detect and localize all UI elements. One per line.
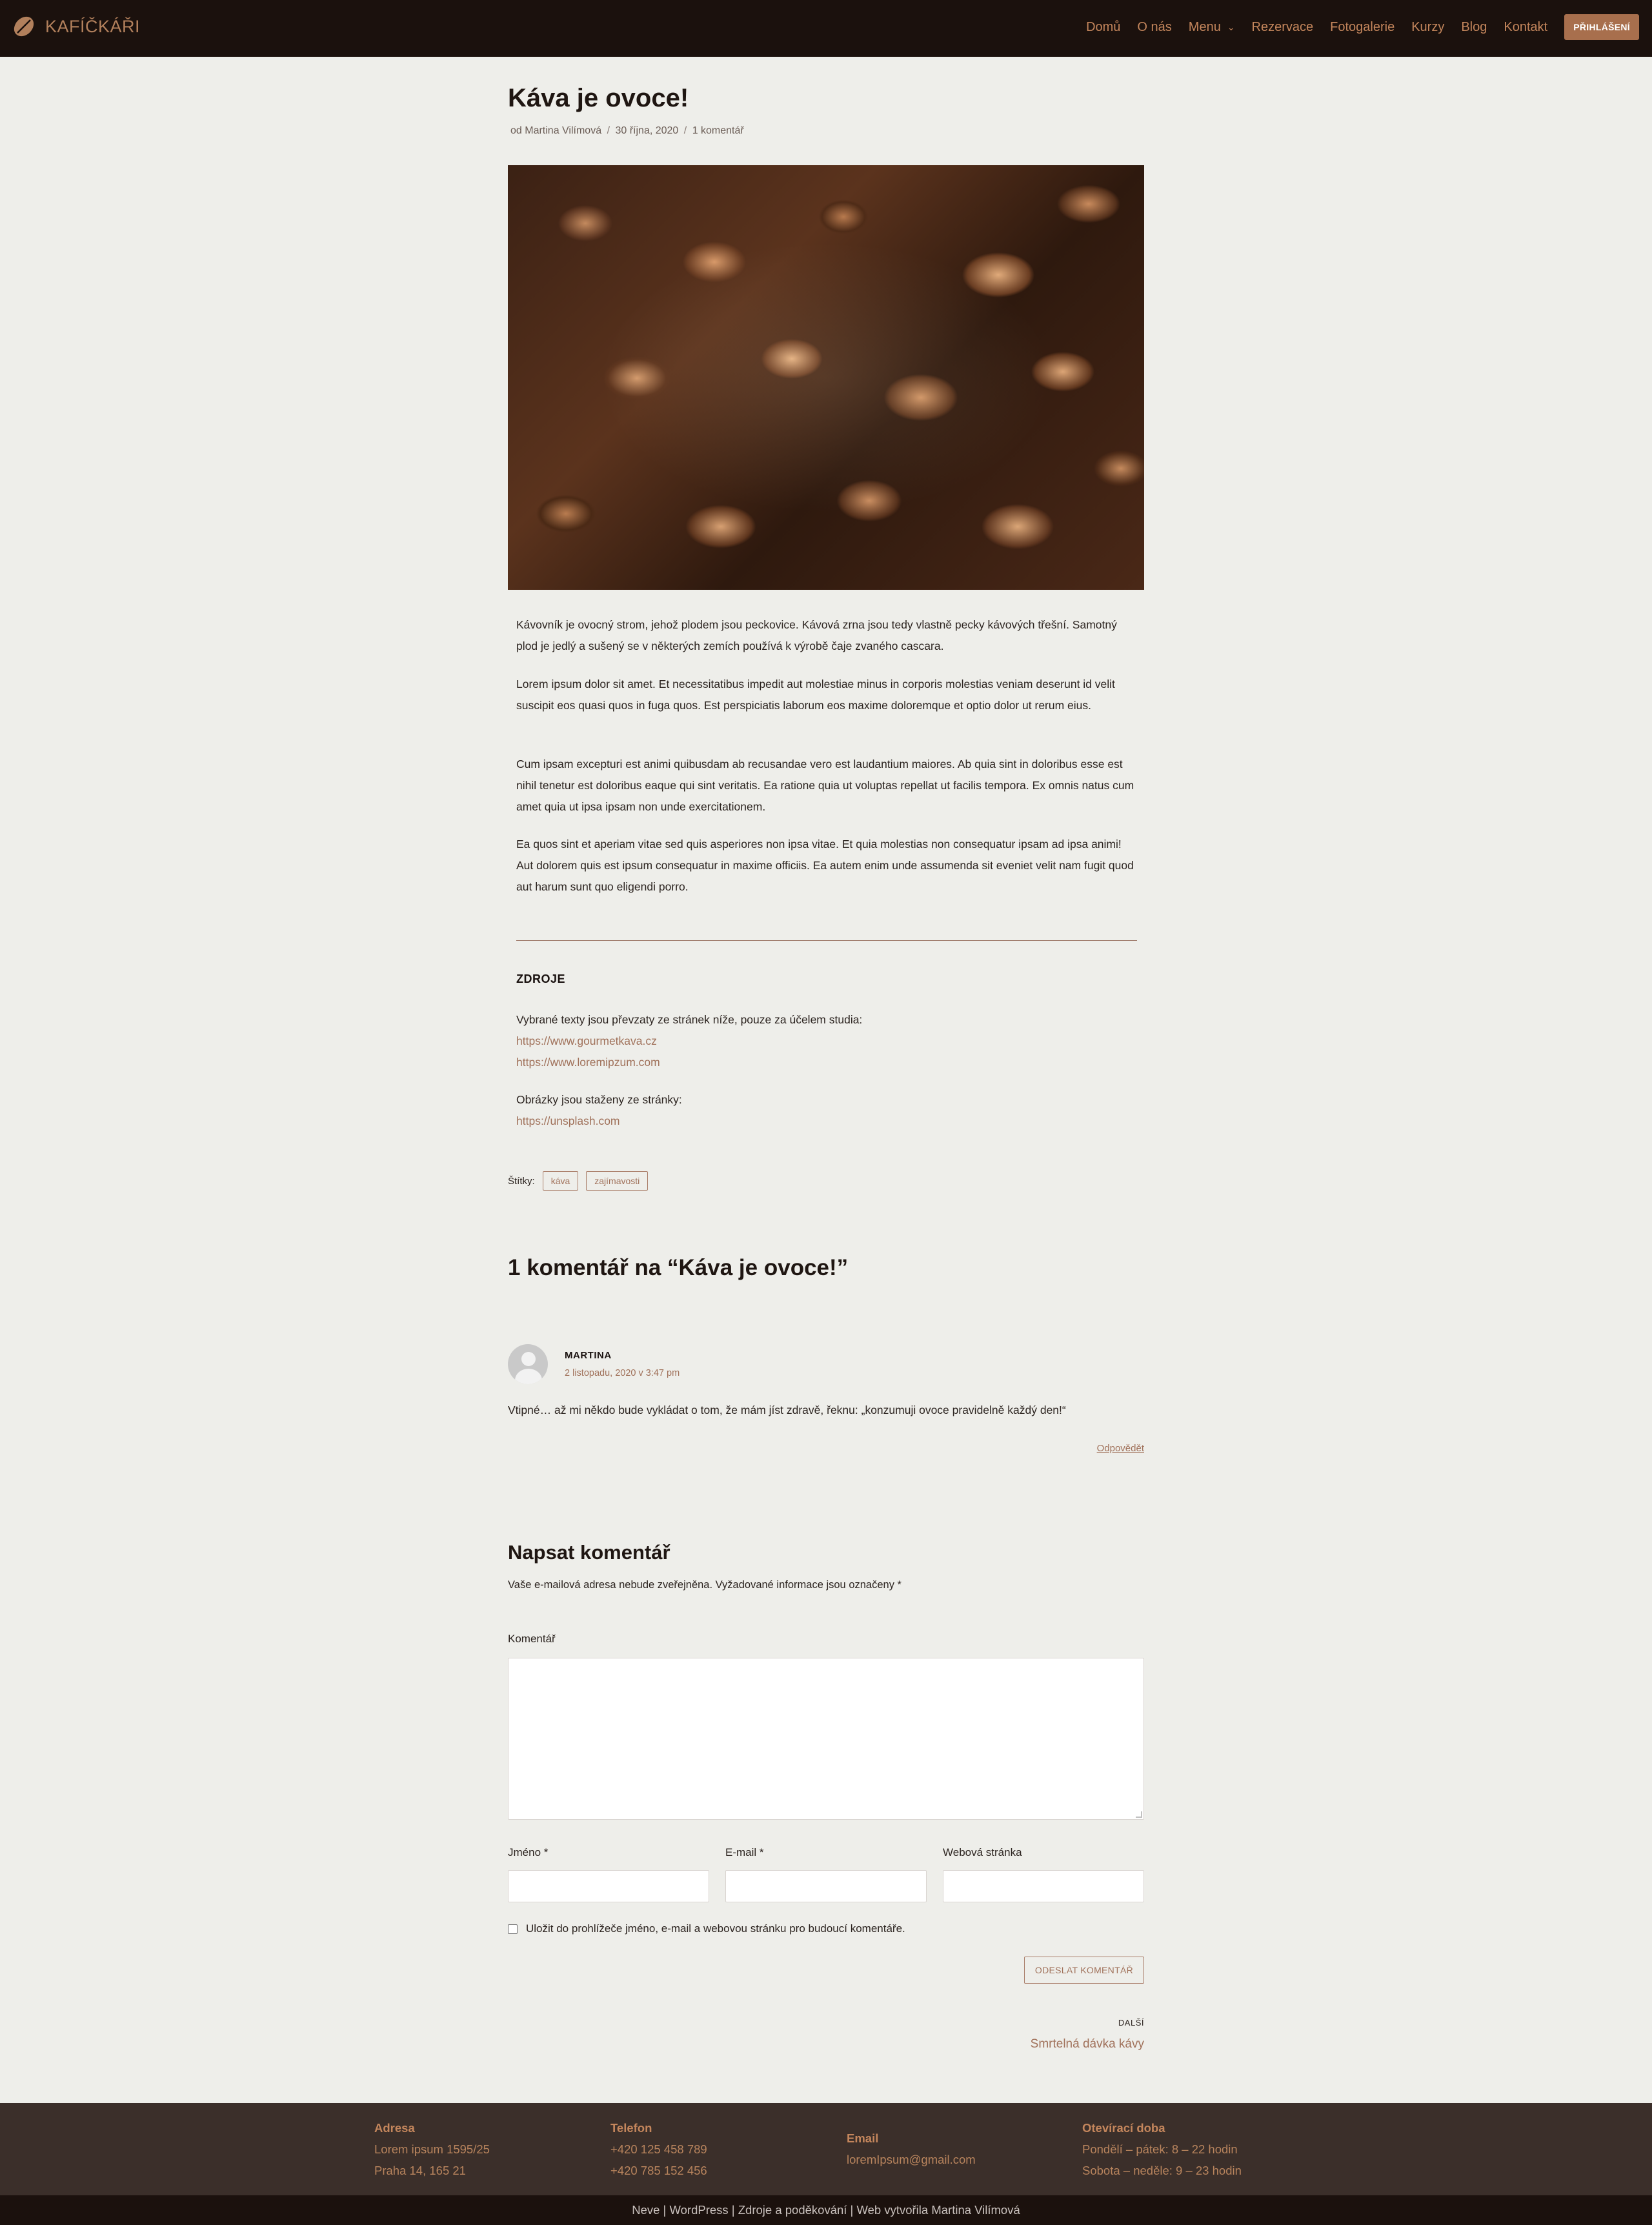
source-link-unsplash[interactable]: https://unsplash.com bbox=[516, 1111, 1137, 1132]
post-paragraph: Lorem ipsum dolor sit amet. Et necessita… bbox=[516, 678, 1115, 712]
comment-textarea[interactable] bbox=[508, 1658, 1144, 1820]
footer-hours-line: Pondělí – pátek: 8 – 22 hodin bbox=[1082, 2142, 1238, 2156]
footer-address: Adresa Lorem ipsum 1595/25 Praha 14, 165… bbox=[374, 2117, 490, 2181]
save-details-label: Uložit do prohlížeče jméno, e-mail a web… bbox=[526, 1922, 905, 1935]
website-label: Webová stránka bbox=[943, 1846, 1022, 1858]
comment-form-note: Vaše e-mailová adresa nebude zveřejněna.… bbox=[508, 1579, 902, 1591]
footer-address-heading: Adresa bbox=[374, 2121, 415, 2135]
nav-item-about[interactable]: O nás bbox=[1137, 20, 1171, 35]
site-footer: Adresa Lorem ipsum 1595/25 Praha 14, 165… bbox=[0, 2103, 1652, 2195]
comments-title: 1 komentář na “Káva je ovoce!” bbox=[508, 1255, 849, 1280]
website-input[interactable] bbox=[943, 1870, 1144, 1902]
post-paragraph: Kávovník je ovocný strom, jehož plodem j… bbox=[516, 618, 1117, 652]
avatar bbox=[508, 1344, 548, 1384]
name-input[interactable] bbox=[508, 1870, 709, 1902]
post-date: 30 října, 2020 bbox=[615, 125, 679, 136]
divider bbox=[516, 940, 1137, 941]
name-label: Jméno * bbox=[508, 1846, 549, 1858]
sources-texts-intro: Vybrané texty jsou převzaty ze stránek n… bbox=[516, 1013, 863, 1026]
nav-item-contact[interactable]: Kontakt bbox=[1504, 20, 1547, 35]
post-tags: Štítky: káva zajímavosti bbox=[508, 1171, 649, 1191]
site-header: KAFÍČKÁŘI Domů O nás Menu ⌄ Rezervace Fo… bbox=[0, 0, 1652, 57]
footer-email-heading: Email bbox=[847, 2131, 879, 2145]
site-logo[interactable]: KAFÍČKÁŘI bbox=[12, 14, 140, 39]
tag-kava[interactable]: káva bbox=[542, 1171, 579, 1191]
post-comments-link[interactable]: 1 komentář bbox=[692, 125, 744, 136]
next-post-link[interactable]: Smrtelná dávka kávy bbox=[1031, 2037, 1144, 2051]
post-paragraph: Ea quos sint et aperiam vitae sed quis a… bbox=[516, 838, 1134, 893]
footer-credits: Neve | WordPress | Zdroje a poděkování |… bbox=[632, 2203, 1020, 2217]
footer-address-line: Lorem ipsum 1595/25 bbox=[374, 2142, 490, 2156]
reply-link[interactable]: Odpovědět bbox=[1097, 1443, 1144, 1454]
main-nav: Domů O nás Menu ⌄ Rezervace Fotogalerie … bbox=[1069, 14, 1639, 40]
avatar-head bbox=[521, 1352, 536, 1366]
footer-hours: Otevírací doba Pondělí – pátek: 8 – 22 h… bbox=[1082, 2117, 1242, 2181]
sources-heading: ZDROJE bbox=[516, 972, 566, 985]
footer-phone: Telefon +420 125 458 789 +420 785 152 45… bbox=[610, 2117, 707, 2181]
tags-label: Štítky: bbox=[508, 1175, 535, 1187]
post-author-link[interactable]: od Martina Vilímová bbox=[510, 125, 601, 136]
footer-phone-line[interactable]: +420 785 152 456 bbox=[610, 2160, 707, 2181]
post-title: Káva je ovoce! bbox=[508, 84, 689, 112]
comment-label: Komentář bbox=[508, 1633, 556, 1645]
coffee-bean-icon bbox=[14, 16, 34, 37]
nav-item-blog[interactable]: Blog bbox=[1461, 20, 1487, 35]
comment-author: MARTINA bbox=[565, 1350, 612, 1361]
nav-item-home[interactable]: Domů bbox=[1086, 20, 1120, 35]
post-paragraph: Cum ipsam excepturi est animi quibusdam … bbox=[516, 758, 1134, 813]
chevron-down-icon: ⌄ bbox=[1227, 21, 1235, 32]
save-details-checkbox[interactable] bbox=[508, 1924, 518, 1934]
submit-comment-button[interactable]: ODESLAT KOMENTÁŘ bbox=[1023, 1957, 1144, 1984]
footer-email-line[interactable]: loremIpsum@gmail.com bbox=[847, 2149, 976, 2170]
avatar-body bbox=[515, 1369, 542, 1384]
nav-item-menu[interactable]: Menu ⌄ bbox=[1189, 20, 1235, 35]
footer-phone-heading: Telefon bbox=[610, 2121, 652, 2135]
login-button[interactable]: PŘIHLÁŠENÍ bbox=[1564, 14, 1639, 40]
sources-texts: Vybrané texty jsou převzaty ze stránek n… bbox=[516, 1009, 1137, 1073]
nav-item-reservation[interactable]: Rezervace bbox=[1252, 20, 1314, 35]
meta-separator: / bbox=[683, 125, 687, 136]
comment-text: Vtipné… až mi někdo bude vykládat o tom,… bbox=[508, 1404, 1066, 1416]
sources-images-intro: Obrázky jsou staženy ze stránky: bbox=[516, 1093, 682, 1106]
next-post-label: DALŠÍ bbox=[1118, 2018, 1144, 2028]
email-input[interactable] bbox=[725, 1870, 927, 1902]
footer-phone-line[interactable]: +420 125 458 789 bbox=[610, 2139, 707, 2160]
tag-zajimavosti[interactable]: zajímavosti bbox=[586, 1171, 649, 1191]
source-link-loremipzum[interactable]: https://www.loremipzum.com bbox=[516, 1052, 1137, 1073]
footer-email: Email loremIpsum@gmail.com bbox=[847, 2128, 976, 2170]
comment-date-link[interactable]: 2 listopadu, 2020 v 3:47 pm bbox=[565, 1368, 680, 1378]
post-meta: od Martina Vilímová / 30 října, 2020 / 1… bbox=[510, 125, 744, 137]
nav-item-courses[interactable]: Kurzy bbox=[1411, 20, 1444, 35]
nav-item-gallery[interactable]: Fotogalerie bbox=[1330, 20, 1395, 35]
footer-address-line: Praha 14, 165 21 bbox=[374, 2164, 466, 2177]
meta-separator: / bbox=[607, 125, 610, 136]
source-link-gourmetkava[interactable]: https://www.gourmetkava.cz bbox=[516, 1031, 1137, 1052]
image-highlight bbox=[508, 165, 1144, 590]
footer-hours-line: Sobota – neděle: 9 – 23 hodin bbox=[1082, 2164, 1242, 2177]
footer-hours-heading: Otevírací doba bbox=[1082, 2121, 1165, 2135]
brand-name: KAFÍČKÁŘI bbox=[45, 16, 141, 36]
nav-item-menu-label: Menu bbox=[1188, 19, 1221, 34]
footer-credits-bar: Neve | WordPress | Zdroje a poděkování |… bbox=[0, 2195, 1652, 2225]
email-label: E-mail * bbox=[725, 1846, 764, 1858]
sources-images: Obrázky jsou staženy ze stránky: https:/… bbox=[516, 1089, 1137, 1132]
comment-form-title: Napsat komentář bbox=[508, 1541, 670, 1564]
featured-image-coffee-beans bbox=[508, 165, 1144, 590]
